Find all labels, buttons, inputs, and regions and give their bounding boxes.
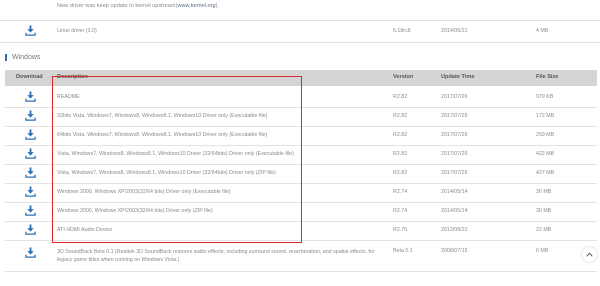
header-download: Download (16, 74, 43, 80)
row-file-size: 422 MB (536, 151, 555, 157)
table-row: Windows 2000, Windows XP/2003(32/64 bits… (5, 202, 597, 221)
table-row: 64bits Vista, Windows7, Windows8, Window… (5, 126, 597, 145)
row-version: R2.74 (393, 208, 408, 214)
row-version: R2.82 (393, 113, 408, 119)
row-file-size: 30 MB (536, 189, 552, 195)
row-version: Beta 0.1 (393, 248, 413, 254)
row-description: ATI HDMI Audio Device (57, 227, 113, 233)
table-row: Vista, Windows7, Windows8, Windows8.1, W… (5, 164, 597, 183)
row-divider (5, 271, 597, 272)
row-divider (0, 42, 600, 43)
table-row: README R2.82 2017/07/26 979 KB (5, 88, 597, 107)
row-update-time: 2012/08/22 (441, 227, 468, 233)
download-arrow-icon[interactable] (25, 247, 36, 258)
table-row: Vista, Windows7, Windows8, Windows8.1, W… (5, 145, 597, 164)
download-arrow-icon[interactable] (25, 186, 36, 197)
row-update-time: 2017/07/26 (441, 170, 468, 176)
header-update-time: Update Time (441, 74, 475, 80)
row-update-time: 2017/07/26 (441, 94, 468, 100)
header-description: Description (57, 74, 88, 80)
linux-file-size: 4 MB (536, 28, 549, 34)
row-version: R2.82 (393, 94, 408, 100)
row-file-size: 22 MB (536, 227, 552, 233)
linux-kernel-row: New driver was keep update to kernel ups… (0, 0, 600, 20)
download-arrow-icon[interactable] (25, 91, 36, 102)
row-description: 64bits Vista, Windows7, Windows8, Window… (57, 132, 268, 138)
row-update-time: 2014/05/14 (441, 189, 468, 195)
download-arrow-icon[interactable] (25, 110, 36, 121)
kernel-note: New driver was keep update to kernel ups… (57, 3, 219, 9)
table-row: 3D SoundBack Beta 0.1 (Realtek 3D SoundB… (5, 244, 597, 270)
download-arrow-icon[interactable] (25, 224, 36, 235)
chevron-up-icon (586, 252, 593, 257)
header-file-size: File Size (536, 74, 559, 80)
row-update-time: 2017/07/26 (441, 113, 468, 119)
row-description: 32bits Vista, Windows7, Windows8, Window… (57, 113, 268, 119)
row-description: Windows 2000, Windows XP/2003(32/64 bits… (57, 208, 213, 214)
row-file-size: 30 MB (536, 208, 552, 214)
row-description: 3D SoundBack Beta 0.1 (Realtek 3D SoundB… (57, 249, 375, 263)
row-version: R2.82 (393, 132, 408, 138)
row-file-size: 979 KB (536, 94, 554, 100)
row-file-size: 427 MB (536, 170, 555, 176)
scroll-top-button[interactable] (582, 247, 597, 262)
linux-description: Linux driver (3.0) (57, 28, 97, 34)
row-description: Vista, Windows7, Windows8, Windows8.1, W… (57, 170, 276, 176)
section-title: Windows (12, 53, 41, 61)
row-update-time: 2017/07/26 (441, 132, 468, 138)
table-row: Windows 2000, Windows XP/2003(32/64 bits… (5, 183, 597, 202)
row-divider (5, 240, 597, 241)
row-description: Vista, Windows7, Windows8, Windows8.1, W… (57, 151, 294, 157)
row-version: R2.70 (393, 227, 408, 233)
table-row: ATI HDMI Audio Device R2.70 2012/08/22 2… (5, 221, 597, 240)
download-arrow-icon[interactable] (25, 167, 36, 178)
table-header: Download Description Version Update Time… (5, 70, 597, 86)
download-arrow-icon[interactable] (25, 129, 36, 140)
row-file-size: 172 MB (536, 113, 555, 119)
kernel-org-link[interactable]: www.kernel.org (177, 3, 215, 9)
download-arrow-icon[interactable] (25, 25, 36, 36)
table-row: 32bits Vista, Windows7, Windows8, Window… (5, 107, 597, 126)
download-arrow-icon[interactable] (25, 148, 36, 159)
row-version: R2.74 (393, 189, 408, 195)
row-file-size: 259 MB (536, 132, 555, 138)
kernel-note-suffix: ). (215, 3, 219, 9)
row-description: README (57, 94, 80, 100)
row-version: R2.82 (393, 170, 408, 176)
linux-driver-row: Linux driver (3.0) 5.18rc8 2014/05/21 4 … (0, 21, 600, 41)
header-version: Version (393, 74, 414, 80)
row-description: Windows 2000, Windows XP/2003(32/64 bits… (57, 189, 231, 195)
row-version: R2.82 (393, 151, 408, 157)
section-accent-bar (5, 53, 7, 61)
row-update-time: 2008/07/15 (441, 248, 468, 254)
row-update-time: 2014/05/14 (441, 208, 468, 214)
section-windows: Windows (5, 52, 40, 62)
linux-version: 5.18rc8 (393, 28, 411, 34)
download-arrow-icon[interactable] (25, 205, 36, 216)
row-update-time: 2017/07/26 (441, 151, 468, 157)
row-file-size: 6 MB (536, 248, 549, 254)
linux-update-time: 2014/05/21 (441, 28, 468, 34)
kernel-note-text: New driver was keep update to kernel ups… (57, 3, 178, 9)
